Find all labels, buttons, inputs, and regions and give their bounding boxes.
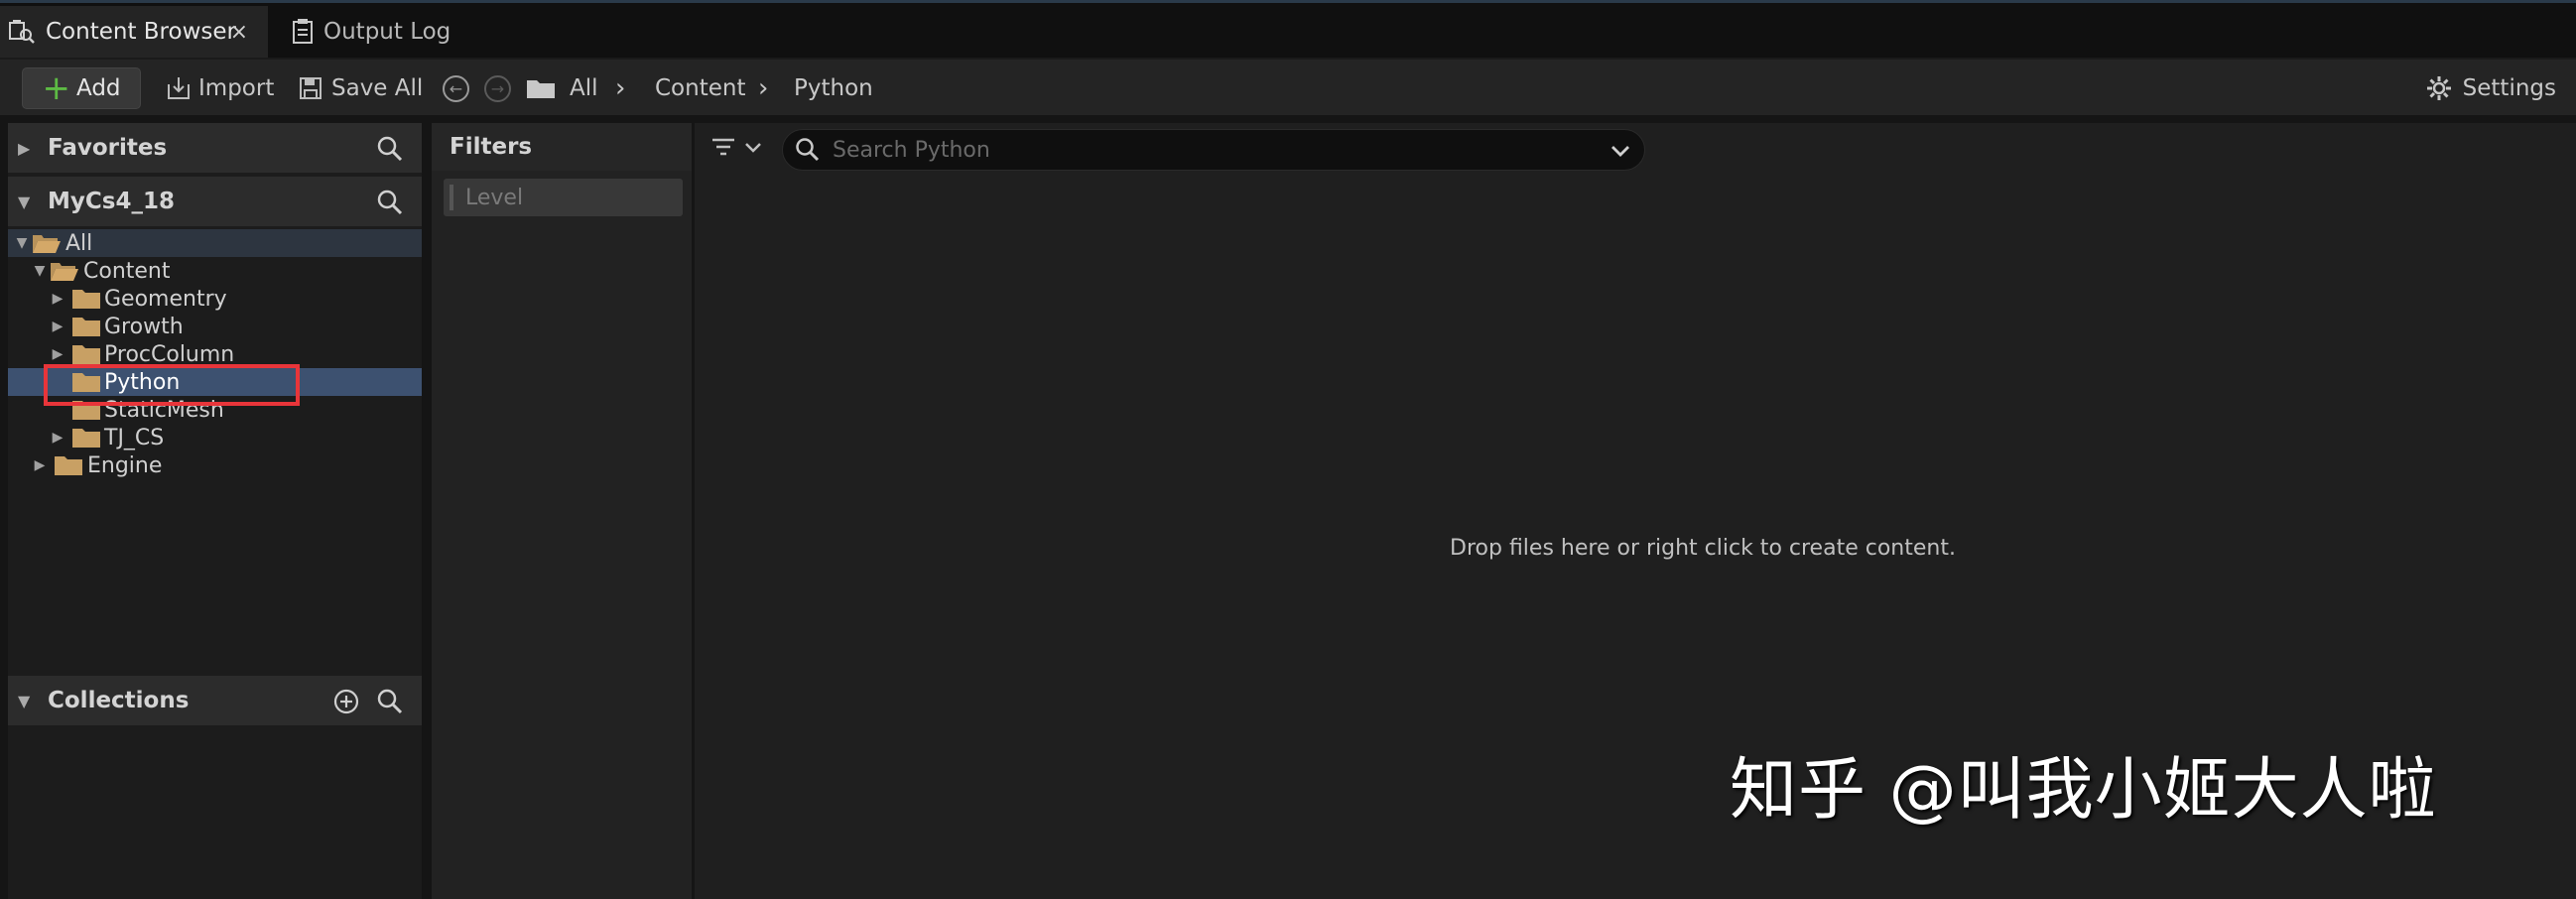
search-icon[interactable] xyxy=(376,688,404,715)
expanded-arrow-icon[interactable]: ▼ xyxy=(14,235,30,251)
tree-item-all[interactable]: ▼ All xyxy=(8,229,422,257)
chevron-down-icon[interactable] xyxy=(1610,144,1630,158)
tree-item-growth[interactable]: ▶ Growth xyxy=(8,313,422,340)
import-icon xyxy=(168,77,190,99)
toolbar: + Add Import Save All ← → All › Content … xyxy=(0,58,2576,115)
folder-icon xyxy=(72,345,100,364)
tree-item-label: Geomentry xyxy=(104,286,227,312)
favorites-header[interactable]: ▶ Favorites xyxy=(8,123,422,173)
add-label: Add xyxy=(75,75,121,101)
save-icon xyxy=(300,77,322,99)
tree-item-label: TJ_CS xyxy=(104,425,165,450)
filters-panel: Filters Level xyxy=(432,123,692,899)
content-browser-icon xyxy=(9,20,35,44)
tree-item-label: Growth xyxy=(104,314,184,339)
folder-open-icon xyxy=(51,263,78,281)
expanded-arrow-icon[interactable]: ▼ xyxy=(18,692,48,710)
tab-content-browser[interactable]: Content Browser × xyxy=(0,6,268,58)
collapsed-arrow-icon[interactable]: ▶ xyxy=(50,346,65,362)
chevron-right-icon: › xyxy=(615,73,626,103)
filter-dropdown-button[interactable] xyxy=(710,135,762,159)
add-button[interactable]: + Add xyxy=(22,67,141,109)
filter-chip-indicator xyxy=(450,185,453,210)
sources-panel: ▶ Favorites ▼ MyCs4_18 ▼ All ▼ Content ▶ xyxy=(8,123,422,899)
search-box[interactable] xyxy=(782,129,1645,171)
folder-icon xyxy=(72,318,100,336)
forward-arrow-icon[interactable]: → xyxy=(484,75,511,102)
breadcrumb-content[interactable]: Content xyxy=(655,67,745,109)
collapsed-arrow-icon[interactable]: ▶ xyxy=(50,430,65,446)
tree-item-label: ProcColumn xyxy=(104,341,235,367)
search-icon[interactable] xyxy=(376,189,404,216)
tree-item-label: Content xyxy=(83,258,171,284)
settings-label: Settings xyxy=(2462,75,2556,101)
tab-label: Output Log xyxy=(323,19,451,45)
filter-icon xyxy=(712,138,734,156)
chevron-down-icon xyxy=(745,143,761,153)
tab-bar: Content Browser × Output Log xyxy=(0,0,2576,58)
import-button[interactable]: Import xyxy=(165,67,274,109)
breadcrumb-all[interactable]: All xyxy=(570,67,598,109)
import-label: Import xyxy=(198,75,275,101)
watermark: 知乎 @叫我小姬大人啦 xyxy=(1730,751,2437,830)
plus-icon: + xyxy=(42,68,70,108)
save-all-label: Save All xyxy=(331,75,424,101)
save-all-button[interactable]: Save All xyxy=(298,67,423,109)
level-chip-label: Level xyxy=(465,185,524,210)
add-collection-icon[interactable] xyxy=(332,688,360,715)
settings-button[interactable]: Settings xyxy=(2425,67,2556,109)
search-icon[interactable] xyxy=(376,135,404,163)
tab-output-log[interactable]: Output Log xyxy=(282,6,480,58)
tree-item-label: Engine xyxy=(87,452,163,478)
collapsed-arrow-icon[interactable]: ▶ xyxy=(50,291,65,307)
tree-item-tj-cs[interactable]: ▶ TJ_CS xyxy=(8,424,422,451)
folder-icon xyxy=(72,429,100,448)
tree-item-label: All xyxy=(65,230,93,256)
empty-message: Drop files here or right click to create… xyxy=(1450,536,1956,561)
collections-label: Collections xyxy=(48,688,190,713)
collapsed-arrow-icon[interactable]: ▶ xyxy=(32,457,48,473)
highlight-box xyxy=(44,364,300,406)
output-log-icon xyxy=(293,19,313,44)
close-icon[interactable]: × xyxy=(230,20,248,45)
tree-item-geomentry[interactable]: ▶ Geomentry xyxy=(8,285,422,313)
back-arrow-icon[interactable]: ← xyxy=(443,75,469,102)
folder-icon xyxy=(72,290,100,309)
project-label: MyCs4_18 xyxy=(48,189,175,214)
tree-item-engine[interactable]: ▶ Engine xyxy=(8,451,422,479)
expanded-arrow-icon[interactable]: ▼ xyxy=(18,193,48,211)
folder-open-icon xyxy=(33,235,61,253)
chevron-right-icon: › xyxy=(758,73,769,103)
gear-icon xyxy=(2426,76,2451,100)
tree-item-content[interactable]: ▼ Content xyxy=(8,257,422,285)
filters-title: Filters xyxy=(432,123,692,171)
breadcrumb-python[interactable]: Python xyxy=(794,67,873,109)
search-icon xyxy=(796,138,820,162)
tab-label: Content Browser xyxy=(46,19,236,45)
folder-icon xyxy=(55,456,82,475)
folder-icon[interactable] xyxy=(526,67,556,109)
tab-bar-accent-line xyxy=(0,0,2576,3)
search-input[interactable] xyxy=(831,136,1585,164)
project-header[interactable]: ▼ MyCs4_18 xyxy=(8,177,422,226)
collections-header[interactable]: ▼ Collections xyxy=(8,676,422,725)
collapsed-arrow-icon[interactable]: ▶ xyxy=(50,319,65,334)
favorites-label: Favorites xyxy=(48,135,168,161)
expanded-arrow-icon[interactable]: ▼ xyxy=(32,263,48,279)
collapsed-arrow-icon[interactable]: ▶ xyxy=(18,139,48,158)
asset-view[interactable]: Drop files here or right click to create… xyxy=(695,123,2576,899)
level-filter-chip[interactable]: Level xyxy=(444,179,683,216)
